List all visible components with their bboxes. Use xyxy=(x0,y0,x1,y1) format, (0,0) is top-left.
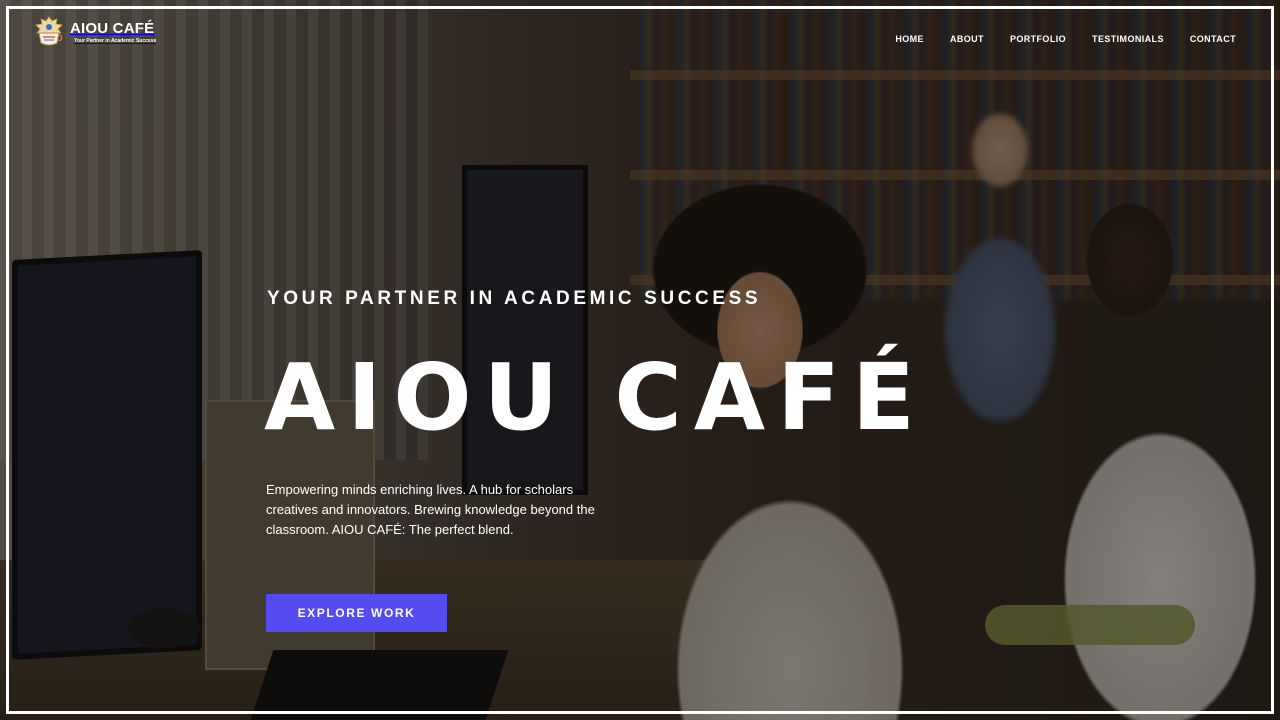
nav-item-portfolio: PORTFOLIO xyxy=(1010,27,1066,46)
main-menu: HOME ABOUT PORTFOLIO TESTIMONIALS CONTAC… xyxy=(869,27,1236,46)
hero-title: AIOU CAFÉ xyxy=(264,344,927,451)
brand-name: AIOU CAFÉ xyxy=(70,19,155,37)
hero-description: Empowering minds enriching lives. A hub … xyxy=(266,482,595,537)
hero-eyebrow-text: YOUR PARTNER IN ACADEMIC SUCCESS xyxy=(267,288,762,309)
nav-link-contact[interactable]: CONTACT xyxy=(1190,34,1236,44)
nav-link-home[interactable]: HOME xyxy=(895,34,924,44)
brand-tagline: Your Partner in Academic Success xyxy=(74,37,157,44)
nav-item-testimonials: TESTIMONIALS xyxy=(1092,27,1164,46)
brand-logo-link[interactable]: AIOU CAFÉ Your Partner in Academic Succe… xyxy=(34,16,156,48)
nav-item-home: HOME xyxy=(895,27,924,46)
nav-link-testimonials[interactable]: TESTIMONIALS xyxy=(1092,34,1164,44)
top-navigation: AIOU CAFÉ Your Partner in Academic Succe… xyxy=(0,0,1280,64)
nav-item-about: ABOUT xyxy=(950,27,984,46)
explore-work-button[interactable]: EXPLORE WORK xyxy=(266,594,447,632)
nav-link-portfolio[interactable]: PORTFOLIO xyxy=(1010,34,1066,44)
coffee-cup-crest-icon xyxy=(34,16,64,48)
nav-item-contact: CONTACT xyxy=(1190,27,1236,46)
nav-link-about[interactable]: ABOUT xyxy=(950,34,984,44)
